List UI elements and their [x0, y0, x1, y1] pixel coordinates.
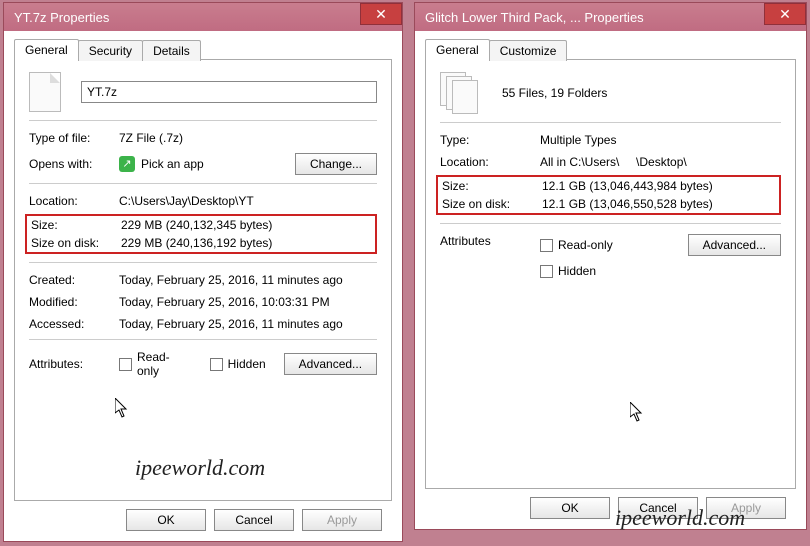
app-store-icon: ↗: [119, 156, 135, 172]
value-opens-with: Pick an app: [141, 157, 204, 171]
label-size-on-disk: Size on disk:: [31, 236, 121, 250]
label-location: Location:: [29, 194, 119, 208]
checkbox-box-icon: [119, 358, 132, 371]
close-icon: ✕: [375, 6, 387, 22]
highlight-box-size: Size: 12.1 GB (13,046,443,984 bytes) Siz…: [436, 175, 781, 215]
checkbox-hidden[interactable]: Hidden: [210, 357, 266, 371]
tab-general[interactable]: General: [14, 39, 79, 60]
label-readonly: Read-only: [137, 350, 192, 378]
apply-button[interactable]: Apply: [706, 497, 786, 519]
label-hidden: Hidden: [228, 357, 266, 371]
highlight-box-size: Size: 229 MB (240,132,345 bytes) Size on…: [25, 214, 377, 254]
tab-security[interactable]: Security: [78, 40, 143, 61]
value-type: Multiple Types: [540, 133, 781, 147]
filename-input[interactable]: [81, 81, 377, 103]
advanced-button[interactable]: Advanced...: [688, 234, 781, 256]
window-title: Glitch Lower Third Pack, ... Properties: [425, 10, 644, 25]
ok-button[interactable]: OK: [530, 497, 610, 519]
label-location: Location:: [440, 155, 540, 169]
value-accessed: Today, February 25, 2016, 11 minutes ago: [119, 317, 377, 331]
close-icon: ✕: [779, 6, 791, 22]
checkbox-readonly[interactable]: Read-only: [119, 350, 192, 378]
file-icon: [29, 72, 61, 112]
tab-panel-general: 55 Files, 19 Folders Type: Multiple Type…: [425, 59, 796, 489]
value-size: 229 MB (240,132,345 bytes): [121, 218, 371, 232]
value-size-on-disk: 12.1 GB (13,046,550,528 bytes): [542, 197, 775, 211]
checkbox-box-icon: [540, 265, 553, 278]
cancel-button[interactable]: Cancel: [618, 497, 698, 519]
label-opens-with: Opens with:: [29, 157, 119, 171]
checkbox-box-icon: [540, 239, 553, 252]
label-size: Size:: [31, 218, 121, 232]
checkbox-hidden[interactable]: Hidden: [540, 264, 596, 278]
label-type: Type of file:: [29, 131, 119, 145]
dialog-buttons: OK Cancel Apply: [14, 501, 392, 541]
label-readonly: Read-only: [558, 238, 613, 252]
properties-window-right: Glitch Lower Third Pack, ... Properties …: [414, 2, 807, 530]
label-attributes: Attributes:: [29, 357, 119, 371]
value-location: C:\Users\Jay\Desktop\YT: [119, 194, 377, 208]
titlebar[interactable]: YT.7z Properties ✕: [4, 3, 402, 31]
label-size-on-disk: Size on disk:: [442, 197, 542, 211]
label-hidden: Hidden: [558, 264, 596, 278]
tab-panel-general: Type of file: 7Z File (.7z) Opens with: …: [14, 59, 392, 501]
value-size: 12.1 GB (13,046,443,984 bytes): [542, 179, 775, 193]
value-size-on-disk: 229 MB (240,136,192 bytes): [121, 236, 371, 250]
tab-customize[interactable]: Customize: [489, 40, 568, 61]
value-summary: 55 Files, 19 Folders: [502, 86, 607, 100]
close-button[interactable]: ✕: [764, 3, 806, 25]
multiple-files-icon: [440, 72, 482, 114]
label-type: Type:: [440, 133, 540, 147]
dialog-buttons: OK Cancel Apply: [425, 489, 796, 529]
label-created: Created:: [29, 273, 119, 287]
label-accessed: Accessed:: [29, 317, 119, 331]
tabstrip: General Customize: [425, 39, 796, 60]
label-attributes: Attributes: [440, 234, 540, 248]
cancel-button[interactable]: Cancel: [214, 509, 294, 531]
titlebar[interactable]: Glitch Lower Third Pack, ... Properties …: [415, 3, 806, 31]
change-button[interactable]: Change...: [295, 153, 377, 175]
tab-details[interactable]: Details: [142, 40, 201, 61]
label-modified: Modified:: [29, 295, 119, 309]
label-size: Size:: [442, 179, 542, 193]
apply-button[interactable]: Apply: [302, 509, 382, 531]
window-title: YT.7z Properties: [14, 10, 109, 25]
close-button[interactable]: ✕: [360, 3, 402, 25]
value-created: Today, February 25, 2016, 11 minutes ago: [119, 273, 377, 287]
checkbox-readonly[interactable]: Read-only: [540, 238, 613, 252]
value-type: 7Z File (.7z): [119, 131, 377, 145]
advanced-button[interactable]: Advanced...: [284, 353, 377, 375]
properties-window-left: YT.7z Properties ✕ General Security Deta…: [3, 2, 403, 542]
tabstrip: General Security Details: [14, 39, 392, 60]
tab-general[interactable]: General: [425, 39, 490, 60]
value-modified: Today, February 25, 2016, 10:03:31 PM: [119, 295, 377, 309]
value-location: All in C:\Users\ \Desktop\: [540, 155, 781, 169]
ok-button[interactable]: OK: [126, 509, 206, 531]
checkbox-box-icon: [210, 358, 223, 371]
